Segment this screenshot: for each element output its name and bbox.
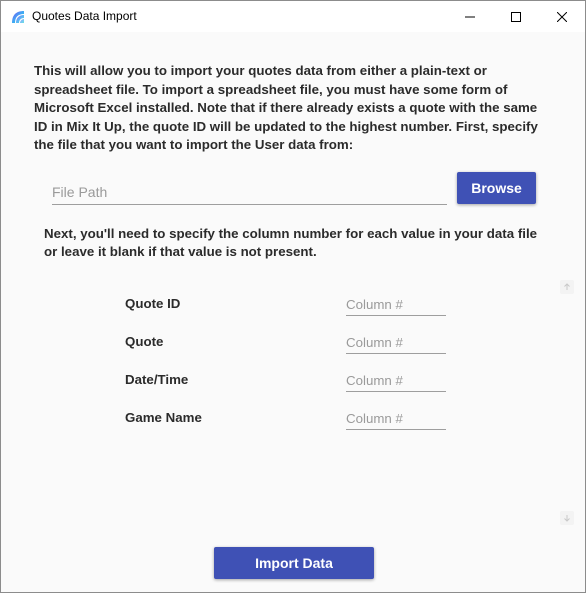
column-instructions: Next, you'll need to specify the column … xyxy=(44,226,538,259)
browse-button[interactable]: Browse xyxy=(457,172,536,204)
game-name-label: Game Name xyxy=(125,410,202,425)
quote-label: Quote xyxy=(125,334,164,349)
quote-id-column-input[interactable] xyxy=(346,294,446,314)
quote-id-column-field[interactable] xyxy=(346,294,446,316)
file-path-field[interactable] xyxy=(52,181,447,205)
title-bar[interactable]: Quotes Data Import xyxy=(1,1,585,32)
quote-column-field[interactable] xyxy=(346,332,446,354)
intro-text: This will allow you to import your quote… xyxy=(34,63,538,152)
mix-it-up-logo-icon xyxy=(10,9,26,25)
import-window: Quotes Data Import This will allow you t… xyxy=(0,0,586,593)
quote-id-label: Quote ID xyxy=(125,296,181,311)
maximize-button[interactable] xyxy=(493,1,539,32)
date-time-label: Date/Time xyxy=(125,372,189,387)
scroll-up-button[interactable] xyxy=(560,280,574,294)
window-title: Quotes Data Import xyxy=(32,9,137,23)
close-button[interactable] xyxy=(539,1,585,32)
minimize-icon xyxy=(465,16,475,17)
game-name-column-field[interactable] xyxy=(346,408,446,430)
game-name-column-input[interactable] xyxy=(346,408,446,428)
minimize-button[interactable] xyxy=(447,1,493,32)
quote-column-input[interactable] xyxy=(346,332,446,352)
close-icon xyxy=(557,11,567,22)
file-path-input[interactable] xyxy=(52,181,447,203)
date-time-column-field[interactable] xyxy=(346,370,446,392)
arrow-down-icon xyxy=(564,515,570,522)
import-data-button[interactable]: Import Data xyxy=(214,547,374,579)
arrow-up-icon xyxy=(564,283,570,290)
maximize-icon xyxy=(511,11,521,22)
date-time-column-input[interactable] xyxy=(346,370,446,390)
scroll-down-button[interactable] xyxy=(560,511,574,525)
